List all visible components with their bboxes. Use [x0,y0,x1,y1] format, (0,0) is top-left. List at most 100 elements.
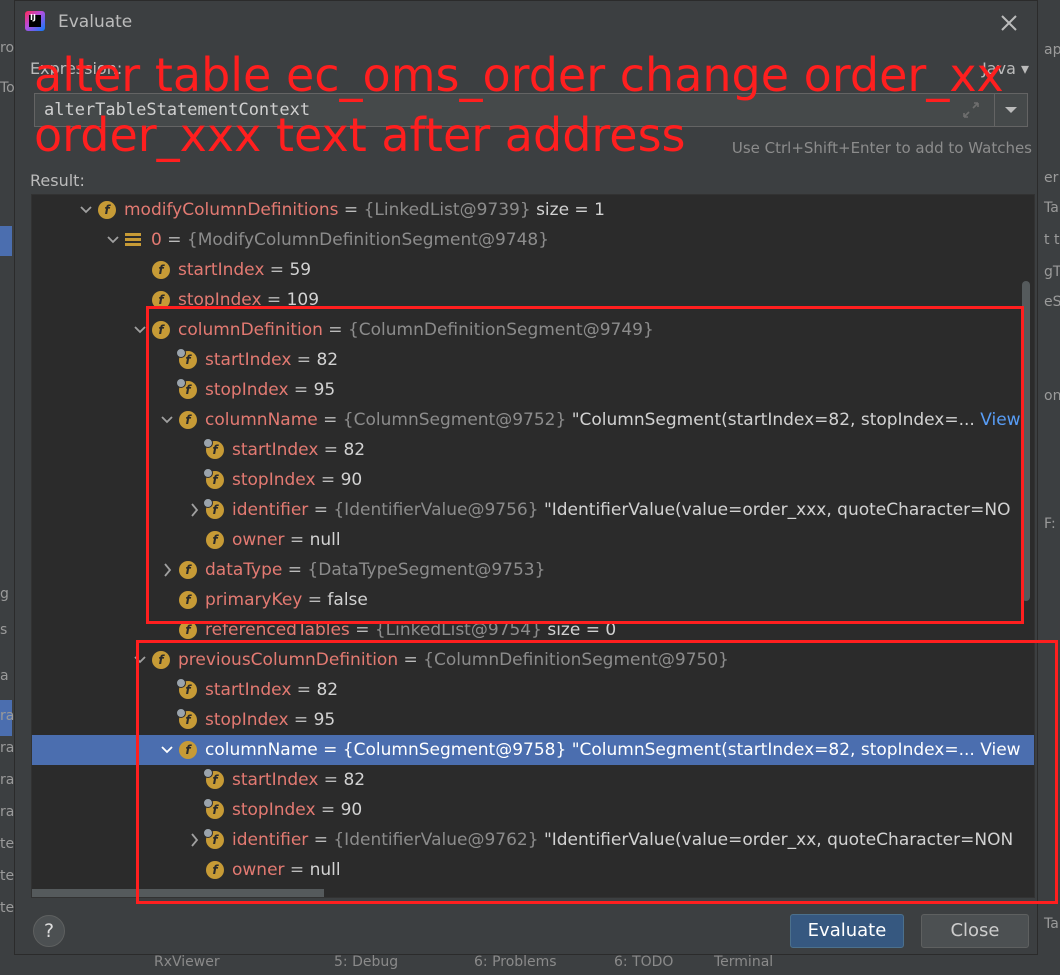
ide-tab-debug[interactable]: 5: Debug [334,954,398,970]
tree-row[interactable]: f stopIndex = 95 [32,375,1034,405]
equals-sign: = [318,770,344,790]
view-link[interactable]: View [975,410,1020,430]
field-name: primaryKey [205,590,303,610]
ide-left-fragment: te [0,900,14,916]
result-label: Result: [30,171,85,190]
history-dropdown-button[interactable] [994,94,1027,126]
tree-row[interactable]: f identifier = {IdentifierValue@9756} "Id… [32,495,1034,525]
horizontal-scrollbar-thumb[interactable] [32,889,324,897]
tree-row-text: startIndex = 82 [205,675,338,705]
field-name: 0 [151,230,162,250]
ide-tab-rxviewer[interactable]: RxViewer [154,954,220,970]
ide-left-edge: ro To ra ra ra ra te te te g s a [0,0,14,975]
tree-row[interactable]: f primaryKey = false [32,585,1034,615]
ide-left-selection [0,226,12,256]
tree-row[interactable]: f owner = null [32,855,1034,885]
tree-row[interactable]: f startIndex = 59 [32,255,1034,285]
chevron-down-icon[interactable] [159,735,175,765]
tree-row[interactable]: f columnName = {ColumnSegment@9752} "Colu… [32,405,1034,435]
field-name: stopIndex [205,380,289,400]
final-field-icon: f [203,768,224,789]
field-icon: f [152,291,170,309]
field-icon: f [152,321,170,339]
tree-row[interactable]: f referencedTables = {LinkedList@9754} si… [32,615,1034,645]
tree-row[interactable]: f owner = null [32,525,1034,555]
field-name: modifyColumnDefinitions [124,200,339,220]
expand-icon[interactable] [961,100,981,120]
chevron-down-icon[interactable] [159,405,175,435]
field-icon: f [179,741,197,759]
tree-row[interactable]: f startIndex = 82 [32,765,1034,795]
tree-row[interactable]: f stopIndex = 109 [32,285,1034,315]
horizontal-scrollbar[interactable] [32,887,1034,897]
tree-row[interactable]: f columnDefinition = {ColumnDefinitionSeg… [32,315,1034,345]
tree-row-text: owner = null [232,855,341,885]
tree-row-text: columnName = {ColumnSegment@9758} "Colum… [205,735,1021,765]
ide-left-fragment: ra [0,740,14,756]
field-name: dataType [205,560,283,580]
field-value: null [309,860,341,880]
expression-input[interactable]: alterTableStatementContext [34,93,1028,127]
chevron-down-icon[interactable] [132,315,148,345]
field-value: 95 [313,710,336,730]
field-value: "IdentifierValue(value=order_xxx, quoteC… [543,500,1011,520]
field-value: "ColumnSegment(startIndex=82, stopIndex=… [571,740,975,760]
tree-row-text: stopIndex = 109 [178,285,319,315]
close-button[interactable]: Close [921,914,1029,948]
field-name: stopIndex [205,710,289,730]
ide-left-fragment: a [0,668,9,684]
field-type: {ColumnDefinitionSegment@9750} [423,650,729,670]
tree-row-text: stopIndex = 90 [232,465,362,495]
help-button[interactable]: ? [33,915,65,947]
field-value: "IdentifierValue(value=order_xx, quoteCh… [543,830,1014,850]
chevron-down-icon[interactable] [105,225,121,255]
chevron-right-icon[interactable] [186,825,202,855]
tree-row[interactable]: f startIndex = 82 [32,435,1034,465]
tree-row[interactable]: f modifyColumnDefinitions = {LinkedList@9… [32,195,1034,225]
final-field-icon: f [176,348,197,369]
vertical-scrollbar[interactable] [1022,281,1030,601]
ide-tab-problems[interactable]: 6: Problems [474,954,557,970]
field-icon: f [179,561,197,579]
equals-sign: = [398,650,424,670]
view-link[interactable]: View [975,740,1020,760]
field-icon: f [179,591,197,609]
field-value: 95 [313,380,336,400]
field-type: {IdentifierValue@9756} [333,500,544,520]
field-type: {ColumnSegment@9752} [342,410,572,430]
ide-tab-todo[interactable]: 6: TODO [614,954,673,970]
tree-row[interactable]: f columnName = {ColumnSegment@9758} "Colu… [32,735,1034,765]
ide-right-edge: ap er Ta t t gT eS on F: Ta [1038,0,1060,975]
field-type: {LinkedList@9754} [374,620,548,640]
tree-row[interactable]: 0 = {ModifyColumnDefinitionSegment@9748} [32,225,1034,255]
field-value: size = 0 [547,620,617,640]
equals-sign: = [302,590,328,610]
chevron-down-icon[interactable] [132,645,148,675]
equals-sign: = [338,200,364,220]
field-value: 82 [343,440,366,460]
tree-row[interactable]: f startIndex = 82 [32,345,1034,375]
chevron-down-icon[interactable] [78,195,94,225]
tree-row-text: owner = null [232,525,341,555]
field-icon: f [152,651,170,669]
chevron-right-icon[interactable] [159,555,175,585]
tree-row[interactable]: f identifier = {IdentifierValue@9762} "Id… [32,825,1034,855]
ide-tab-terminal[interactable]: Terminal [714,954,773,970]
tree-row-text: identifier = {IdentifierValue@9762} "Ide… [232,825,1013,855]
tree-row[interactable]: f stopIndex = 90 [32,465,1034,495]
tree-row[interactable]: f dataType = {DataTypeSegment@9753} [32,555,1034,585]
field-value: 59 [289,260,312,280]
equals-sign: = [264,260,290,280]
close-icon[interactable] [995,9,1023,37]
tree-row[interactable]: f previousColumnDefinition = {ColumnDefin… [32,645,1034,675]
result-tree[interactable]: f modifyColumnDefinitions = {LinkedList@9… [31,194,1035,898]
equals-sign: = [308,830,334,850]
tree-row[interactable]: f startIndex = 82 [32,675,1034,705]
equals-sign: = [322,320,348,340]
chevron-right-icon[interactable] [186,495,202,525]
language-select[interactable]: Java ▾ [982,59,1029,78]
evaluate-button[interactable]: Evaluate [790,914,904,948]
tree-row[interactable]: f stopIndex = 90 [32,795,1034,825]
dialog-title-bar[interactable]: IJ Evaluate [15,1,1037,45]
tree-row[interactable]: f stopIndex = 95 [32,705,1034,735]
